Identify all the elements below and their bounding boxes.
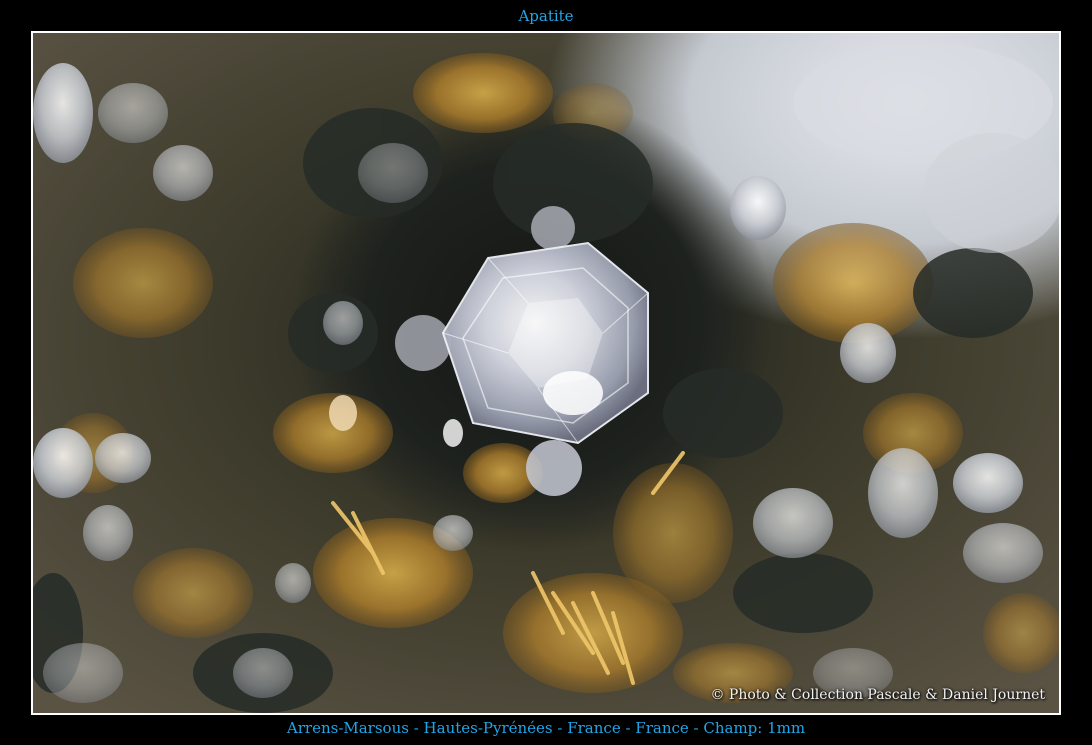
photo-title: Apatite: [518, 7, 574, 25]
mineral-photo-illustration: [33, 33, 1059, 713]
copyright-notice: © Photo & Collection Pascale & Daniel Jo…: [710, 687, 1045, 703]
photo-caption: Arrens-Marsous - Hautes-Pyrénées - Franc…: [286, 719, 806, 737]
mineral-photo: © Photo & Collection Pascale & Daniel Jo…: [31, 31, 1061, 715]
